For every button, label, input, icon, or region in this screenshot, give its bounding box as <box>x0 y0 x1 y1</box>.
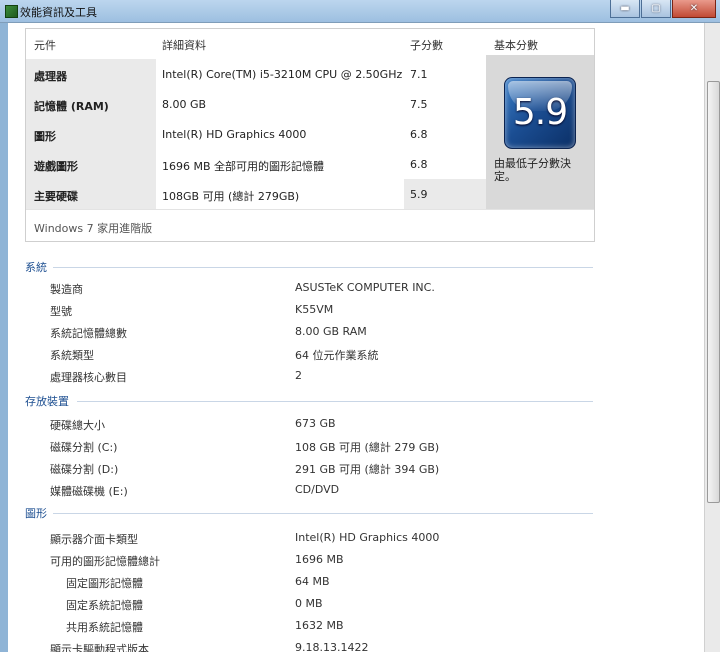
info-row: 型號 K55VM <box>25 303 593 323</box>
header-subscore: 子分數 <box>410 39 443 52</box>
table-row: 遊戲圖形 1696 MB 全部可用的圖形記憶體 6.8 <box>26 149 486 179</box>
row-detail: Intel(R) Core(TM) i5-3210M CPU @ 2.50GHz <box>162 68 403 81</box>
scrollbar-thumb[interactable] <box>707 81 720 503</box>
row-score: 6.8 <box>410 158 428 171</box>
close-button[interactable]: ✕ <box>672 0 716 18</box>
info-value: 108 GB 可用 (總計 279 GB) <box>295 441 440 454</box>
window-title: 效能資訊及工具 <box>20 6 97 19</box>
section-title-graphics: 圖形 <box>25 507 47 520</box>
row-component: 處理器 <box>34 70 67 83</box>
row-score: 7.5 <box>410 98 428 111</box>
table-row: 主要硬碟 108GB 可用 (總計 279GB) 5.9 <box>26 179 486 209</box>
info-value: Intel(R) HD Graphics 4000 <box>295 531 440 544</box>
row-detail: 8.00 GB <box>162 98 207 111</box>
section-divider <box>53 513 593 514</box>
info-value: 291 GB 可用 (總計 394 GB) <box>295 463 440 476</box>
title-bar[interactable]: 效能資訊及工具 ▬ ▢ ✕ <box>0 0 720 23</box>
row-score: 5.9 <box>410 188 428 201</box>
info-row: 磁碟分割 (D:) 291 GB 可用 (總計 394 GB) <box>25 461 593 481</box>
section-divider <box>77 401 593 402</box>
info-key: 系統記憶體總數 <box>50 327 127 340</box>
info-row: 製造商 ASUSTeK COMPUTER INC. <box>25 281 593 301</box>
info-value: 0 MB <box>295 597 323 610</box>
row-detail: 1696 MB 全部可用的圖形記憶體 <box>162 160 325 173</box>
info-value: K55VM <box>295 303 334 316</box>
row-component-cell: 圖形 <box>26 119 156 149</box>
info-key: 硬碟總大小 <box>50 419 105 432</box>
info-row: 顯示卡驅動程式版本 9.18.13.1422 <box>25 641 593 652</box>
row-component: 記憶體 (RAM) <box>34 100 109 113</box>
section-divider <box>53 267 593 268</box>
info-key: 製造商 <box>50 283 83 296</box>
row-score: 7.1 <box>410 68 428 81</box>
windows-edition: Windows 7 家用進階版 <box>34 222 153 235</box>
info-row: 固定系統記憶體 0 MB <box>25 597 593 617</box>
score-table-header: 元件 詳細資料 子分數 基本分數 <box>26 29 594 55</box>
info-value: 1632 MB <box>295 619 344 632</box>
info-row: 硬碟總大小 673 GB <box>25 417 593 437</box>
base-score-badge-icon: 5.9 <box>504 77 576 149</box>
info-key: 磁碟分割 (D:) <box>50 463 119 476</box>
row-component-cell: 記憶體 (RAM) <box>26 89 156 119</box>
info-row: 磁碟分割 (C:) 108 GB 可用 (總計 279 GB) <box>25 439 593 459</box>
windows-edition-row: Windows 7 家用進階版 <box>26 209 594 242</box>
row-component: 主要硬碟 <box>34 190 78 203</box>
content-pane: 元件 詳細資料 子分數 基本分數 處理器 Intel(R) Core(TM) i… <box>8 23 704 652</box>
info-row: 媒體磁碟機 (E:) CD/DVD <box>25 483 593 503</box>
header-component: 元件 <box>34 39 56 52</box>
score-table: 元件 詳細資料 子分數 基本分數 處理器 Intel(R) Core(TM) i… <box>25 28 595 242</box>
info-value: 673 GB <box>295 417 336 430</box>
info-key: 顯示器介面卡類型 <box>50 533 138 546</box>
info-key: 可用的圖形記憶體總計 <box>50 555 160 568</box>
info-key: 型號 <box>50 305 72 318</box>
info-row: 可用的圖形記憶體總計 1696 MB <box>25 553 593 573</box>
base-score-panel: 5.9 由最低子分數決定。 <box>486 55 594 209</box>
info-value: 8.00 GB RAM <box>295 325 367 338</box>
vertical-scrollbar[interactable] <box>704 23 720 652</box>
row-score: 6.8 <box>410 128 428 141</box>
header-basescore: 基本分數 <box>494 39 538 52</box>
info-row: 系統類型 64 位元作業系統 <box>25 347 593 367</box>
info-value: CD/DVD <box>295 483 340 496</box>
minimize-button[interactable]: ▬ <box>610 0 640 18</box>
row-component-cell: 處理器 <box>26 59 156 89</box>
info-key: 處理器核心數目 <box>50 371 127 384</box>
maximize-button[interactable]: ▢ <box>641 0 671 18</box>
info-row: 系統記憶體總數 8.00 GB RAM <box>25 325 593 345</box>
info-key: 顯示卡驅動程式版本 <box>50 643 149 652</box>
info-key: 固定系統記憶體 <box>66 599 143 612</box>
info-row: 顯示器介面卡類型 Intel(R) HD Graphics 4000 <box>25 531 593 551</box>
table-row: 記憶體 (RAM) 8.00 GB 7.5 <box>26 89 486 119</box>
row-component-cell: 主要硬碟 <box>26 179 156 209</box>
info-row: 共用系統記憶體 1632 MB <box>25 619 593 639</box>
header-detail: 詳細資料 <box>162 39 206 52</box>
info-key: 媒體磁碟機 (E:) <box>50 485 128 498</box>
row-detail: Intel(R) HD Graphics 4000 <box>162 128 307 141</box>
info-value: 64 位元作業系統 <box>295 349 379 362</box>
table-row: 處理器 Intel(R) Core(TM) i5-3210M CPU @ 2.5… <box>26 59 486 89</box>
section-title-system: 系統 <box>25 261 47 274</box>
info-row: 固定圖形記憶體 64 MB <box>25 575 593 595</box>
app-icon <box>5 5 18 18</box>
info-value: ASUSTeK COMPUTER INC. <box>295 281 435 294</box>
info-key: 固定圖形記憶體 <box>66 577 143 590</box>
base-score-value: 5.9 <box>512 92 568 133</box>
row-detail: 108GB 可用 (總計 279GB) <box>162 190 300 203</box>
row-component: 遊戲圖形 <box>34 160 78 173</box>
row-component: 圖形 <box>34 130 56 143</box>
info-key: 系統類型 <box>50 349 94 362</box>
row-component-cell: 遊戲圖形 <box>26 149 156 179</box>
info-key: 共用系統記憶體 <box>66 621 143 634</box>
info-value: 2 <box>295 369 302 382</box>
window-controls: ▬ ▢ ✕ <box>610 0 716 18</box>
info-value: 64 MB <box>295 575 330 588</box>
info-value: 9.18.13.1422 <box>295 641 369 652</box>
table-row: 圖形 Intel(R) HD Graphics 4000 6.8 <box>26 119 486 149</box>
info-key: 磁碟分割 (C:) <box>50 441 118 454</box>
section-title-storage: 存放裝置 <box>25 395 69 408</box>
base-score-caption: 由最低子分數決定。 <box>494 157 571 183</box>
info-row: 處理器核心數目 2 <box>25 369 593 389</box>
info-value: 1696 MB <box>295 553 344 566</box>
